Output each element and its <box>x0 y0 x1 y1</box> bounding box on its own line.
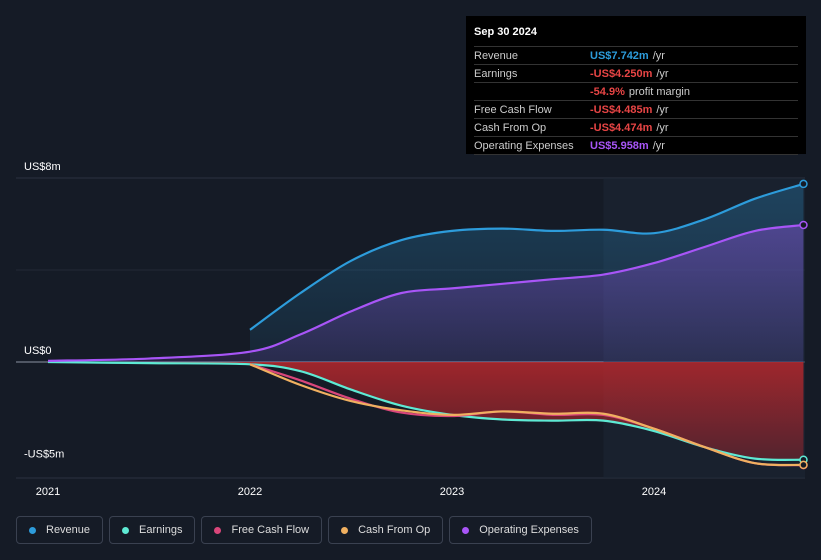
tooltip-label <box>474 84 590 100</box>
x-tick-label: 2024 <box>642 486 666 498</box>
legend-dot-icon <box>462 526 470 534</box>
revenue-endpoint <box>799 179 808 189</box>
y-tick-label: US$8m <box>24 161 61 173</box>
tooltip-value: -54.9% <box>590 86 625 98</box>
x-tick-label: 2021 <box>36 486 60 498</box>
legend-dot-icon <box>214 526 222 534</box>
legend-dot-icon <box>29 526 36 534</box>
tooltip-value: -US$4.485m <box>590 104 653 116</box>
legend-label: Operating Expenses <box>479 524 579 536</box>
operating-expenses-endpoint <box>799 220 808 230</box>
tooltip-unit: profit margin <box>628 86 690 98</box>
legend-item-operating-expenses[interactable]: Operating Expenses <box>449 516 592 544</box>
tooltip-label: Cash From Op <box>474 122 547 134</box>
tooltip-value: -US$4.474m <box>590 122 653 134</box>
tooltip-label: Free Cash Flow <box>474 104 552 116</box>
x-tick-label: 2022 <box>238 486 262 498</box>
legend-label: Free Cash Flow <box>231 524 310 536</box>
x-tick-label: 2023 <box>440 486 464 498</box>
tooltip-value: -US$4.250m <box>590 68 653 80</box>
tooltip-label: Revenue <box>474 50 519 62</box>
tooltip-row: Revenue US$7.742m/yr <box>474 47 798 65</box>
legend-item-cash-from-op[interactable]: Cash From Op <box>328 516 444 544</box>
y-tick-label: -US$5m <box>24 449 64 461</box>
legend-item-revenue[interactable]: Revenue <box>16 516 104 544</box>
tooltip-row: Cash From Op -US$4.474m/yr <box>474 119 798 137</box>
tooltip-row: Free Cash Flow -US$4.485m/yr <box>474 101 798 119</box>
cash-from-op-endpoint <box>799 460 808 470</box>
tooltip-label: Earnings <box>474 68 518 80</box>
legend-label: Revenue <box>46 524 91 536</box>
y-tick-label: US$0 <box>24 345 52 357</box>
tooltip-unit: /yr <box>656 122 669 134</box>
tooltip-value: US$7.742m <box>590 50 649 62</box>
legend-dot-icon <box>341 526 349 534</box>
legend-item-free-cash-flow[interactable]: Free Cash Flow <box>201 516 323 544</box>
tooltip-label: Operating Expenses <box>474 140 574 152</box>
legend-dot-icon <box>122 526 130 534</box>
tooltip: Sep 30 2024 Revenue US$7.742m/yr Earnings -… <box>466 16 806 155</box>
tooltip-unit: /yr <box>652 140 665 152</box>
legend: Revenue Earnings Free Cash Flow Cash From O… <box>16 516 592 544</box>
legend-label: Cash From Op <box>358 524 431 536</box>
tooltip-row: -54.9% profit margin <box>474 83 798 101</box>
tooltip-unit: /yr <box>656 104 669 116</box>
tooltip-row: Operating Expenses US$5.958m/yr <box>474 137 798 155</box>
tooltip-value: US$5.958m <box>590 140 649 152</box>
tooltip-date: Sep 30 2024 <box>474 24 798 47</box>
y-axis-labels: US$8m US$0 -US$5m <box>24 161 64 461</box>
tooltip-unit: /yr <box>652 50 665 62</box>
tooltip-row: Earnings -US$4.250m/yr <box>474 65 798 83</box>
tooltip-unit: /yr <box>656 68 669 80</box>
x-axis-labels: 2021 2022 2023 2024 <box>36 486 666 498</box>
legend-label: Earnings <box>139 524 183 536</box>
legend-item-earnings[interactable]: Earnings <box>109 516 196 544</box>
